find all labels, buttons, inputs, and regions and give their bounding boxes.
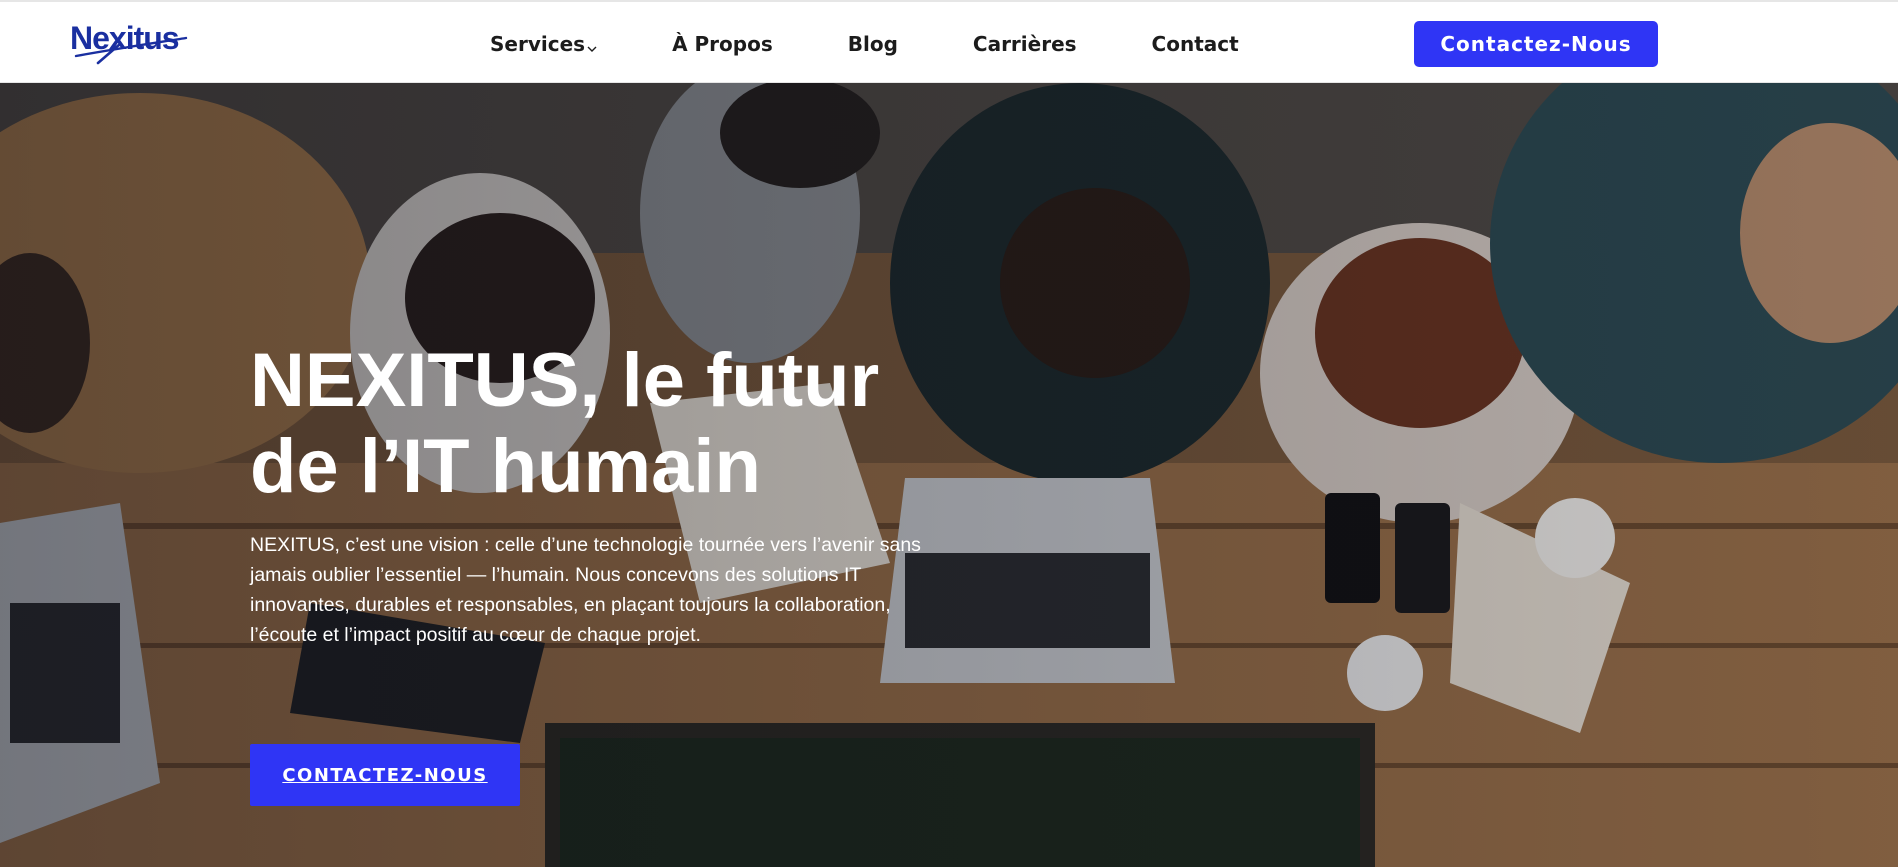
chevron-down-icon [587, 34, 597, 58]
nav-item-blog[interactable]: Blog [848, 32, 898, 56]
nexitus-logo[interactable]: Nexitus [68, 16, 190, 68]
site-header: Nexitus Services À Propos Blog Carrières… [0, 0, 1898, 83]
nav-item-label: Services [490, 32, 586, 56]
hero-description: NEXITUS, c’est une vision : celle d’une … [250, 534, 921, 646]
main-nav: Services À Propos Blog Carrières Contact [490, 27, 1239, 61]
hero-section: NEXITUS, le futur de l’IT humain NEXITUS… [0, 83, 1898, 867]
nav-item-contact[interactable]: Contact [1152, 32, 1239, 56]
hero-contact-button[interactable]: CONTACTEZ-NOUS [250, 744, 520, 806]
logo-wordmark: Nexitus [70, 20, 179, 56]
nav-item-a-propos[interactable]: À Propos [672, 32, 773, 56]
hero-title-line-2: de l’IT humain [250, 424, 761, 509]
nav-item-services[interactable]: Services [490, 30, 597, 58]
header-contact-button[interactable]: Contactez-Nous [1414, 21, 1658, 67]
nav-item-carrieres[interactable]: Carrières [973, 32, 1077, 56]
page: Nexitus Services À Propos Blog Carrières… [0, 0, 1898, 867]
logo-mark: Nexitus [70, 20, 188, 65]
hero-title: NEXITUS, le futur de l’IT humain [250, 338, 970, 510]
hero-title-line-1: NEXITUS, le futur [250, 338, 880, 423]
